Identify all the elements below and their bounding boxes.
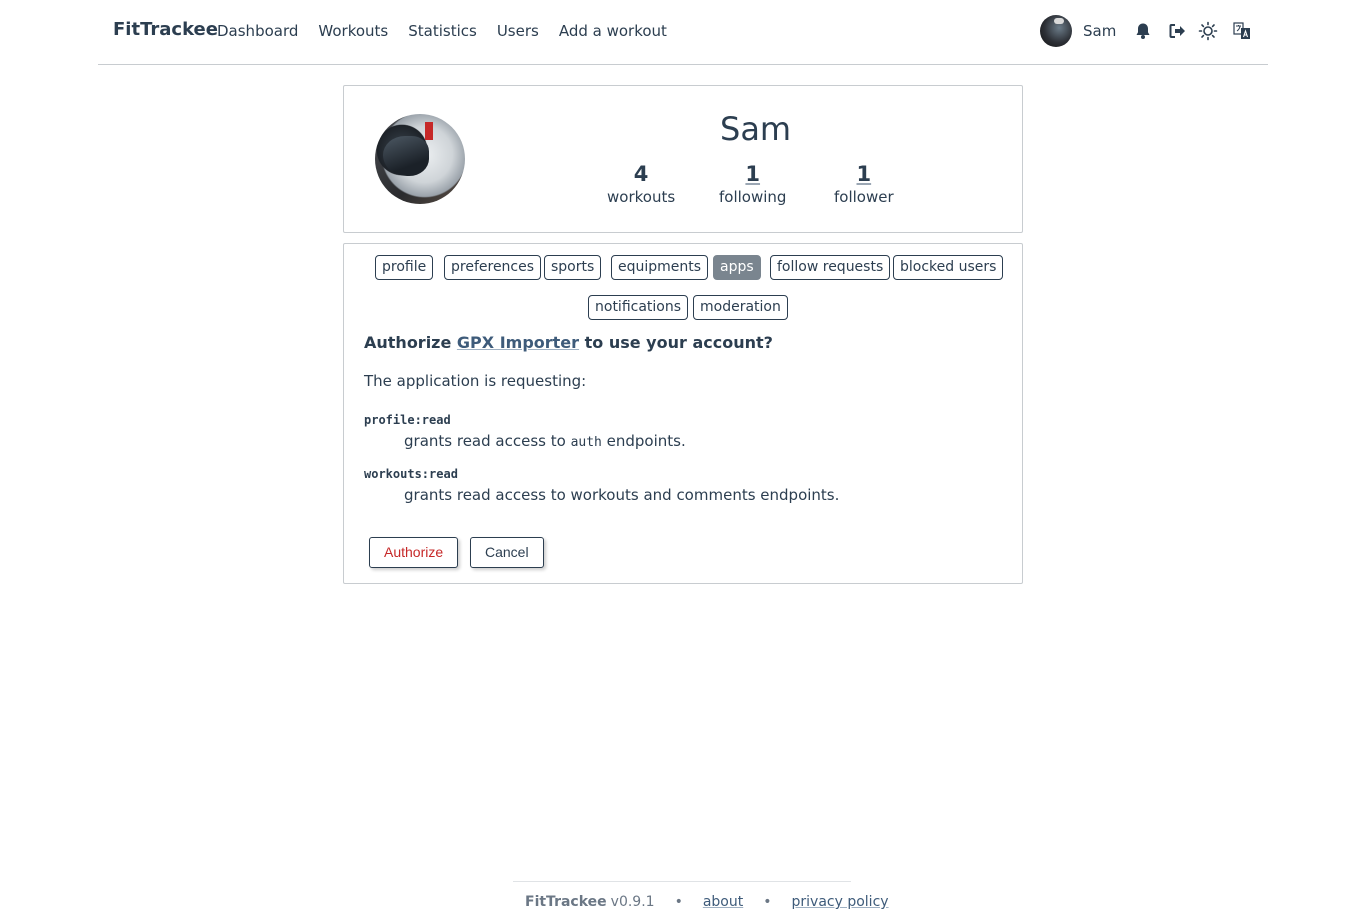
stat-followers-value[interactable]: 1 — [834, 162, 894, 186]
tab-profile[interactable]: profile — [375, 255, 434, 280]
app-name-link[interactable]: GPX Importer — [457, 333, 579, 352]
footer-separator: • — [763, 894, 772, 910]
avatar-helmet-visor — [383, 136, 429, 176]
scope-desc-profile-read-code: auth — [570, 435, 602, 450]
footer-content: FitTrackee v0.9.1 • about • privacy poli… — [525, 894, 889, 910]
translate-icon[interactable] — [1233, 22, 1251, 40]
scope-desc-profile-read: grants read access to auth endpoints. — [404, 432, 686, 450]
logout-icon[interactable] — [1168, 22, 1186, 40]
tab-equipments[interactable]: equipments — [611, 255, 709, 280]
scope-desc-profile-read-suffix: endpoints. — [606, 432, 686, 450]
profile-card: Sam 4 workouts 1 following 1 follower — [343, 85, 1023, 233]
sun-icon[interactable] — [1198, 21, 1218, 41]
navbar: FitTrackee Dashboard Workouts Statistics… — [98, 0, 1268, 65]
footer-separator: • — [674, 894, 683, 910]
nav-link-users[interactable]: Users — [497, 22, 539, 40]
bell-icon[interactable] — [1134, 22, 1152, 40]
footer-brand: FitTrackee — [525, 894, 607, 910]
avatar[interactable] — [1040, 15, 1072, 47]
scope-name-workouts-read: workouts:read — [364, 467, 458, 481]
stat-following[interactable]: 1 following — [719, 162, 786, 206]
stat-following-label: following — [719, 188, 787, 206]
tab-blocked-users[interactable]: blocked users — [893, 255, 1004, 280]
footer: FitTrackee v0.9.1 • about • privacy poli… — [513, 881, 889, 921]
tab-notifications[interactable]: notifications — [588, 295, 689, 320]
scope-desc-workouts-read: grants read access to workouts and comme… — [404, 486, 839, 504]
cancel-button[interactable]: Cancel — [470, 537, 544, 568]
footer-about-link[interactable]: about — [703, 894, 743, 910]
stat-workouts-value: 4 — [633, 162, 649, 186]
stat-following-value[interactable]: 1 — [719, 162, 786, 186]
authorize-title-suffix: to use your account? — [584, 333, 773, 352]
profile-avatar — [375, 114, 465, 204]
scope-desc-profile-read-prefix: grants read access to — [404, 432, 566, 450]
tab-follow-requests[interactable]: follow requests — [770, 255, 891, 280]
nav-link-add-workout[interactable]: Add a workout — [559, 22, 667, 40]
apps-card: profile preferences sports equipments ap… — [343, 243, 1023, 584]
tab-moderation[interactable]: moderation — [693, 295, 788, 320]
scope-name-profile-read: profile:read — [364, 413, 451, 427]
nav-links: Dashboard Workouts Statistics Users Add … — [217, 22, 667, 40]
profile-name: Sam — [720, 110, 792, 148]
stat-followers[interactable]: 1 follower — [834, 162, 894, 206]
authorize-title-prefix: Authorize — [364, 333, 452, 352]
tab-preferences[interactable]: preferences — [444, 255, 542, 280]
tab-sports[interactable]: sports — [544, 255, 602, 280]
nav-link-workouts[interactable]: Workouts — [318, 22, 388, 40]
brand-logo[interactable]: FitTrackee — [113, 19, 218, 40]
avatar-helmet-stripe — [425, 122, 433, 140]
authorize-title: Authorize GPX Importer to use your accou… — [364, 333, 773, 352]
nav-link-statistics[interactable]: Statistics — [408, 22, 477, 40]
authorize-button[interactable]: Authorize — [369, 537, 459, 568]
stat-workouts-label: workouts — [607, 188, 676, 206]
footer-version: v0.9.1 — [610, 894, 655, 910]
nav-username[interactable]: Sam — [1083, 22, 1116, 40]
requesting-text: The application is requesting: — [364, 372, 587, 390]
tab-apps[interactable]: apps — [713, 255, 761, 280]
scope-desc-workouts-read-text: grants read access to workouts and comme… — [404, 486, 840, 504]
stat-followers-label: follower — [834, 188, 894, 206]
stat-workouts: 4 workouts — [607, 162, 675, 206]
footer-privacy-link[interactable]: privacy policy — [792, 894, 889, 910]
nav-user-menu: Sam — [1040, 15, 1251, 47]
nav-link-dashboard[interactable]: Dashboard — [217, 22, 298, 40]
